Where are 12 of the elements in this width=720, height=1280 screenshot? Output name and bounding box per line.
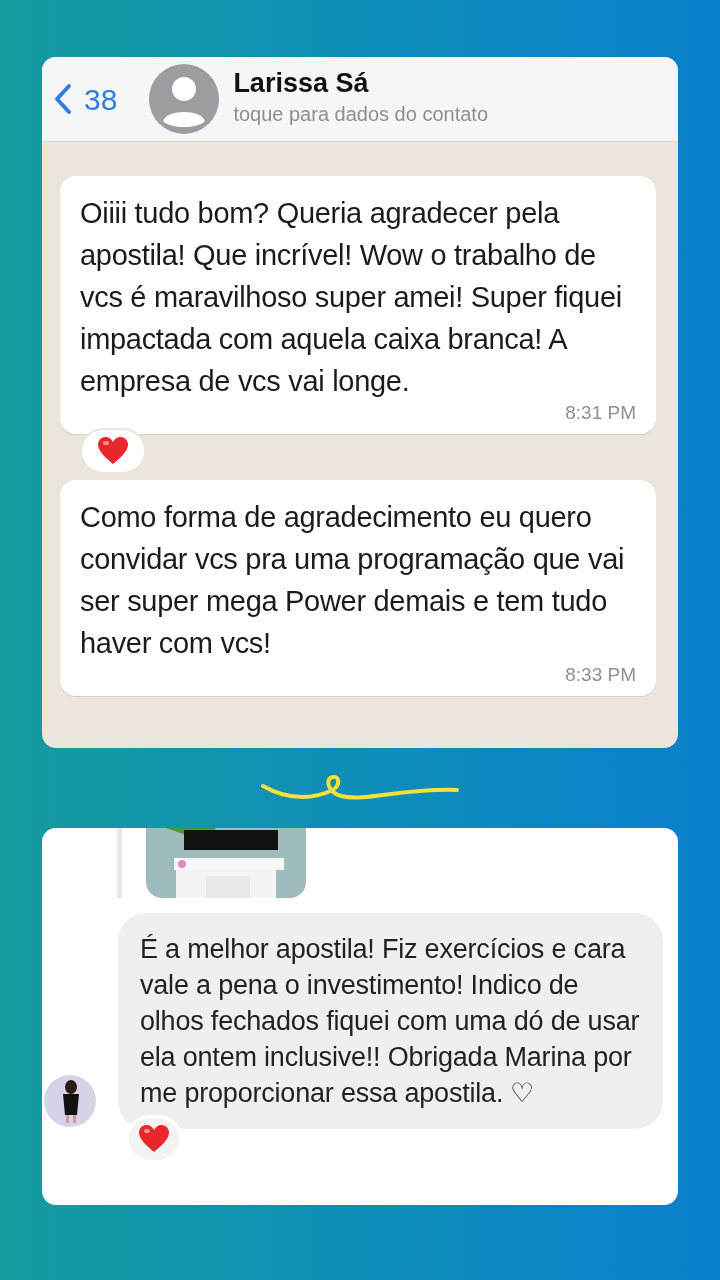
message-time: 8:31 PM bbox=[564, 402, 636, 424]
message-text: Oiiii tudo bom? Queria agradecer pela apostila! Que incrível! Wow o trabalho de vcs é maravilhoso super amei! Super fiquei impactada com aquela caixa branca! A empresa de vcs vai longe. bbox=[80, 196, 623, 399]
avatar-icon[interactable] bbox=[149, 64, 220, 134]
contact-subtitle: toque para dados do contato bbox=[233, 101, 489, 127]
contact-name[interactable]: Larissa Sá bbox=[233, 69, 489, 99]
message-time: 8:33 PM bbox=[564, 664, 636, 686]
back-button[interactable]: 38 bbox=[54, 76, 118, 122]
heart-icon bbox=[97, 436, 129, 466]
chevron-icon bbox=[54, 83, 72, 115]
heart-icon bbox=[138, 1124, 170, 1154]
message-text: Como forma de agradecimento eu quero convidar vcs pra uma programação que vai ser super mega Power demais e tem tudo haver com vcs! bbox=[80, 500, 626, 661]
message-text: É a melhor apostila! Fiz exercícios e cara vale a pena o investimento! Indico de olhos fechados fiquei com uma dó de usar ela ontem inclusive!! Obrigada Marina por me proporcionar essa apostila. ♡ bbox=[140, 933, 641, 1110]
